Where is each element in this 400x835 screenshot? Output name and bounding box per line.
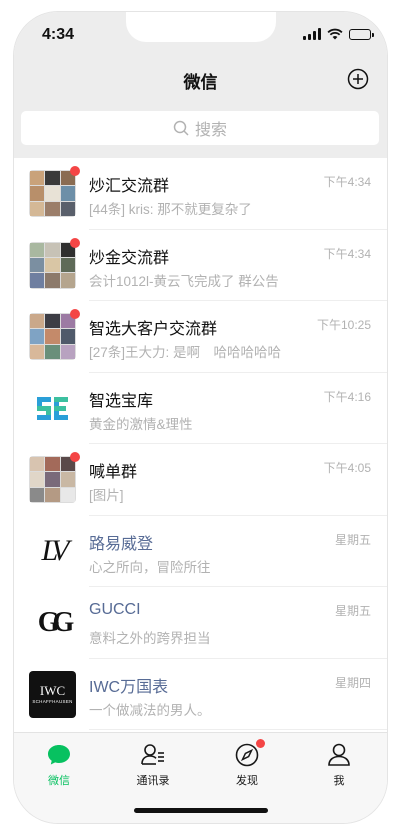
chat-time: 下午10:25 <box>316 318 371 332</box>
search-placeholder: 搜索 <box>194 122 227 139</box>
wifi-icon <box>327 28 343 40</box>
chat-name: 智选大客户交流群 <box>89 321 218 338</box>
status-time: 4:34 <box>42 26 75 43</box>
page-title: 微信 <box>183 73 218 92</box>
chat-preview: 一个做减法的男人。 <box>89 702 211 718</box>
chat-preview: 黄金的激情&理性 <box>89 416 193 432</box>
chat-time: 下午4:16 <box>323 389 371 404</box>
unread-dot <box>70 166 80 176</box>
chat-name: IWC万国表 <box>89 678 169 696</box>
tab-contacts[interactable]: 通讯录 <box>118 741 188 788</box>
chat-row[interactable]: LV 路易威登 星期五 心之所向，冒险所往 <box>14 515 387 587</box>
tab-bar: 微信 通讯录 发现 我 <box>14 732 387 823</box>
chat-preview: 会计1012l-黄云飞完成了 群公告 <box>89 273 279 289</box>
chat-row[interactable]: IWC SCHAFFHAUSEN IWC万国表 星期四 一个做减法的男人。 <box>14 658 387 730</box>
tab-discover[interactable]: 发现 <box>212 739 282 788</box>
battery-icon <box>349 28 374 40</box>
tab-label: 微信 <box>48 775 70 787</box>
chat-row[interactable]: 智选宝库 下午4:16 黄金的激情&理性 <box>14 372 387 444</box>
chat-row[interactable]: GG GUCCI 星期五 意料之外的跨界担当 <box>14 587 387 659</box>
group-avatar <box>29 456 76 503</box>
search-input[interactable]: 搜索 <box>21 111 379 145</box>
louis-vuitton-logo: LV <box>29 527 76 575</box>
cellular-signal-icon <box>303 28 321 40</box>
lv-logo-text: LV <box>41 534 70 567</box>
iwc-logo-subtext: SCHAFFHAUSEN <box>32 699 73 704</box>
group-avatar <box>29 170 76 217</box>
unread-dot <box>70 452 80 462</box>
chat-time: 下午4:34 <box>323 175 371 189</box>
chat-name: 炒汇交流群 <box>89 178 170 195</box>
chat-name: GUCCI <box>89 601 141 618</box>
group-avatar <box>29 313 76 360</box>
smart-library-logo <box>29 384 76 432</box>
chat-row[interactable]: 炒汇交流群 下午4:34 [44条] kris: 那不就更复杂了 <box>14 158 387 230</box>
chat-time: 星期五 <box>334 532 371 547</box>
discover-badge-dot <box>256 739 265 748</box>
chat-row[interactable]: 智选大客户交流群 下午10:25 [27条]王大力: 是啊 哈哈哈哈哈 <box>14 301 387 373</box>
chat-name: 喊单群 <box>89 464 138 481</box>
status-icons <box>303 28 374 40</box>
tab-label: 我 <box>333 775 345 787</box>
tab-label: 发现 <box>236 775 258 787</box>
chat-name: 智选宝库 <box>89 392 154 410</box>
iwc-logo: IWC SCHAFFHAUSEN <box>29 670 76 718</box>
gucci-logo: GG <box>29 599 76 646</box>
unread-dot <box>70 237 80 248</box>
chat-preview: 心之所向，冒险所往 <box>89 559 211 575</box>
chat-preview: [图片] <box>89 488 124 503</box>
chat-name: 路易威登 <box>89 535 154 553</box>
person-icon <box>328 743 350 766</box>
chat-bubble-icon <box>48 745 70 765</box>
chat-time: 星期五 <box>334 604 371 618</box>
chat-preview: 意料之外的跨界担当 <box>89 631 211 646</box>
chat-row[interactable]: 炒金交流群 下午4:34 会计1012l-黄云飞完成了 群公告 <box>14 229 387 301</box>
iwc-logo-text: IWC <box>39 683 66 698</box>
add-icon[interactable] <box>347 68 369 90</box>
chat-preview: [27条]王大力: 是啊 哈哈哈哈哈 <box>89 345 282 360</box>
tab-me[interactable]: 我 <box>304 741 374 788</box>
contacts-icon <box>141 744 164 765</box>
gucci-logo-text: GG <box>37 606 74 638</box>
chat-name: 炒金交流群 <box>89 249 170 267</box>
search-icon <box>173 120 189 136</box>
home-indicator <box>134 808 268 813</box>
chat-time: 下午4:34 <box>323 246 371 261</box>
chat-time: 星期四 <box>334 675 371 690</box>
phone-screen: 4:34 微信 搜索 炒汇交流群 下午4:34 [44条] kris: 那不就更… <box>14 12 387 823</box>
chat-row[interactable]: 喊单群 下午4:05 [图片] <box>14 444 387 516</box>
chat-time: 下午4:05 <box>323 461 371 475</box>
notch <box>126 12 276 42</box>
tab-chats[interactable]: 微信 <box>24 741 94 788</box>
chat-preview: [44条] kris: 那不就更复杂了 <box>89 202 252 217</box>
group-avatar <box>29 241 76 289</box>
unread-dot <box>70 309 80 319</box>
chat-list: 炒汇交流群 下午4:34 [44条] kris: 那不就更复杂了 炒金交流群 下… <box>14 158 387 730</box>
tab-label: 通讯录 <box>136 775 170 787</box>
